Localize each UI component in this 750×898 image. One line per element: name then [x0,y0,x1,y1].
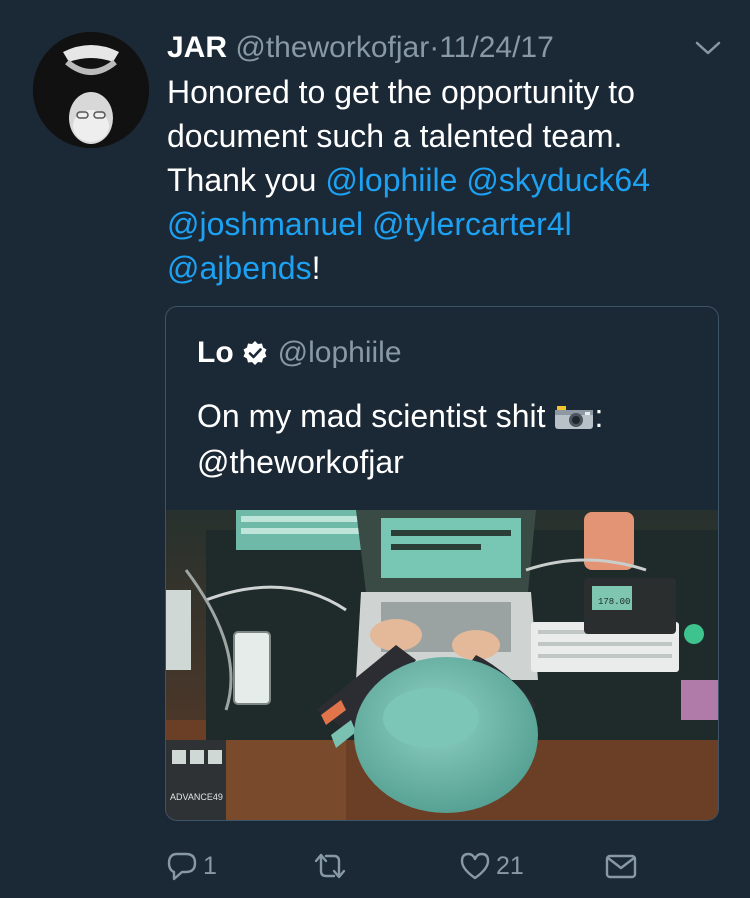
author-avatar[interactable] [33,32,149,148]
chevron-down-icon[interactable] [694,38,722,58]
author-name[interactable]: JAR [167,31,227,64]
tweet-date[interactable]: 11/24/17 [439,31,554,64]
reply-button[interactable]: 1 [165,846,217,886]
verified-badge-icon [243,341,267,365]
mention-link[interactable]: @lophiile [325,162,457,198]
quoted-mention: @theworkofjar [197,444,404,480]
quoted-text-suffix: : [594,398,604,434]
retweet-icon [314,853,346,879]
quoted-tweet-header: Lo @lophiile [197,333,402,373]
retweet-button[interactable] [310,846,354,886]
tweet-text-thanks: Thank you [167,162,326,198]
mention-link[interactable]: @ajbends [167,250,312,286]
like-count: 21 [496,851,524,880]
mention-link[interactable]: @joshmanuel [167,206,363,242]
tweet-actions: 1 21 [0,846,750,886]
heart-icon [460,852,490,880]
tweet-header: JAR @theworkofjar·11/24/17 [167,28,554,68]
media-display-readout: 178.00 [598,597,630,607]
quoted-author-name: Lo [197,336,234,369]
header-separator: · [429,31,440,64]
camera-with-flash-icon [555,406,594,429]
quoted-text: On my mad scientist shit [197,398,546,434]
reply-count: 1 [203,851,217,880]
quoted-tweet[interactable]: Lo @lophiile On my mad scientist shit : … [165,306,719,821]
direct-message-button[interactable] [604,846,638,886]
tweet-text: Honored to get the opportunity to docume… [167,70,727,290]
envelope-icon [605,854,637,879]
media-label-advance49: ADVANCE49 [170,792,223,802]
author-handle[interactable]: @theworkofjar [235,31,429,64]
quoted-tweet-photo[interactable]: ADVANCE49 178.00 [166,510,718,820]
reply-icon [167,852,197,881]
mention-link[interactable]: @tylercarter4l [372,206,572,242]
quoted-author-handle: @lophiile [277,336,402,369]
quoted-tweet-text: On my mad scientist shit : @theworkofjar [197,393,697,485]
like-button[interactable]: 21 [458,846,524,886]
tweet-text-end: ! [311,250,321,286]
tweet-text-line: document such a talented team. [167,118,623,154]
tweet-text-line: Honored to get the opportunity to [167,74,635,110]
mention-link[interactable]: @skyduck64 [466,162,650,198]
avatar-image [33,32,149,148]
